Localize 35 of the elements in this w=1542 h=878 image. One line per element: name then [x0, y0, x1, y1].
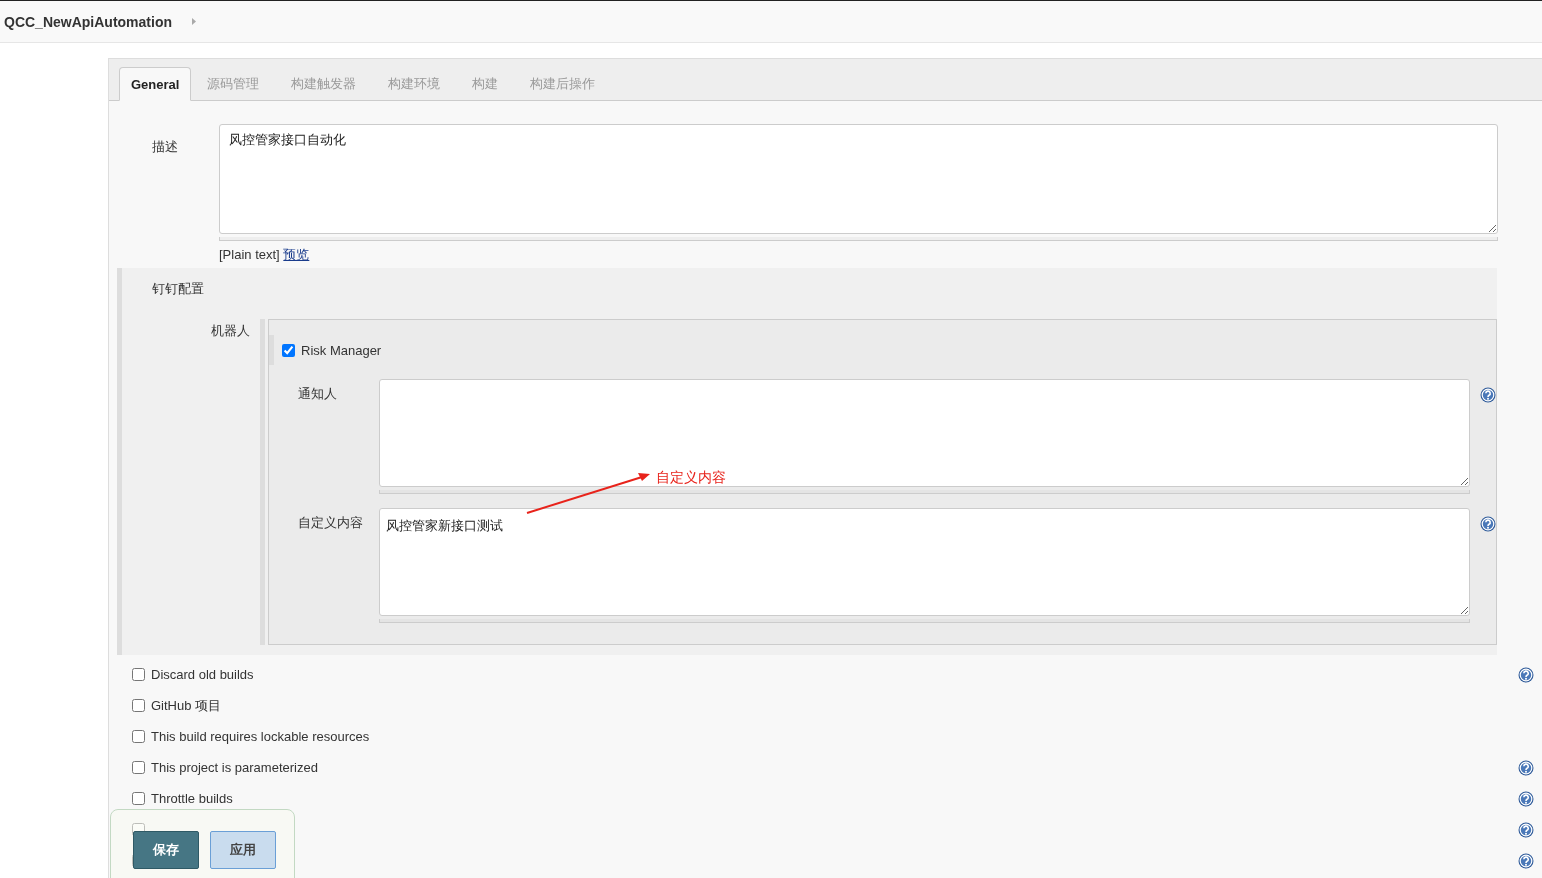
text-field[interactable]: 风控管家新接口测试: [379, 508, 1470, 616]
help-icon[interactable]: [1518, 666, 1534, 683]
robot-name: Risk Manager: [301, 342, 382, 358]
option-checkbox[interactable]: [132, 730, 145, 743]
section-title: 钉钉配置: [151, 280, 205, 298]
option-checkbox[interactable]: [132, 823, 145, 836]
format-note: [Plain text]: [219, 247, 280, 262]
description-field[interactable]: 风控管家接口自动化: [219, 124, 1498, 234]
option-checkbox[interactable]: [132, 792, 145, 805]
field-label: 通知人: [297, 385, 338, 403]
text-field[interactable]: [379, 379, 1470, 487]
help-icon[interactable]: [1480, 516, 1496, 532]
preview-link[interactable]: 预览: [283, 247, 310, 262]
help-icon[interactable]: [1518, 759, 1534, 776]
help-icon[interactable]: [1518, 790, 1534, 807]
help-icon[interactable]: [1518, 821, 1534, 838]
option-label: Throttle builds: [151, 791, 234, 806]
option-label: Discard old builds: [151, 667, 255, 682]
tab[interactable]: General: [119, 67, 192, 101]
option-label: This project is parameterized: [151, 760, 319, 775]
apply-button[interactable]: 应用: [210, 831, 276, 869]
option-checkbox[interactable]: [132, 699, 145, 712]
option-checkbox[interactable]: [132, 761, 145, 774]
help-icon[interactable]: [1518, 852, 1534, 869]
field-label: 自定义内容: [297, 514, 364, 532]
option-label: GitHub 项目: [151, 696, 223, 715]
save-button[interactable]: 保存: [133, 831, 199, 869]
field-label: 机器人: [210, 322, 252, 340]
project-breadcrumb[interactable]: QCC_NewApiAutomation: [4, 13, 172, 30]
field-label: 描述: [151, 138, 179, 156]
help-icon[interactable]: [1480, 387, 1496, 403]
annotation-label: 自定义内容: [656, 469, 726, 487]
robot-checkbox[interactable]: [282, 343, 295, 357]
option-checkbox[interactable]: [132, 668, 145, 681]
option-label: This build requires lockable resources: [151, 729, 371, 744]
